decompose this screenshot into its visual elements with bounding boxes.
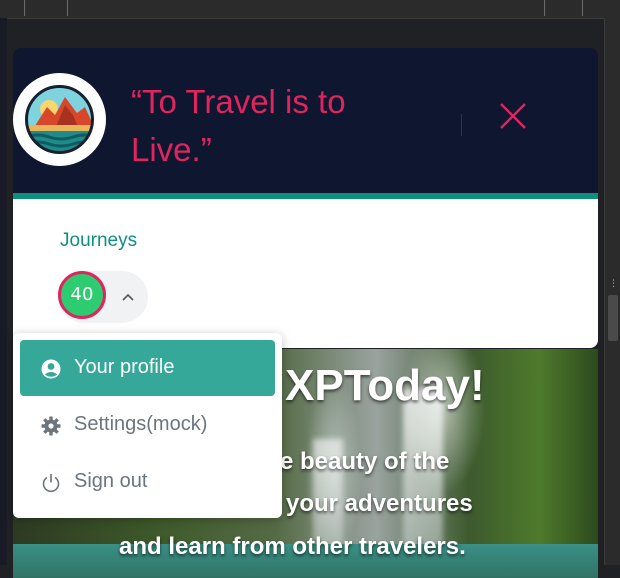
logo-graphic <box>25 85 94 154</box>
menu-item-your-profile[interactable]: Your profile <box>20 340 275 396</box>
divider <box>24 0 25 16</box>
journeys-label: Journeys <box>60 230 138 251</box>
close-icon[interactable] <box>498 101 528 131</box>
divider <box>582 0 583 16</box>
hero-text-line: e beauty of the <box>280 448 450 475</box>
menu-item-settings[interactable]: Settings(mock) <box>20 397 275 453</box>
journeys-toggle[interactable]: 40 <box>58 271 148 323</box>
power-icon <box>42 474 60 493</box>
drag-handle-icon[interactable]: ⋮ <box>609 280 618 289</box>
user-dropdown-menu: Your profile Settings(mock) Sign out <box>13 333 282 518</box>
menu-item-label: Settings(mock) <box>74 413 208 435</box>
sunset-mountains-logo <box>13 73 106 166</box>
menu-item-label: Your profile <box>74 356 175 378</box>
hero-text-line: your adventures <box>286 490 473 517</box>
left-edge <box>0 18 7 565</box>
menu-item-sign-out[interactable]: Sign out <box>20 454 275 510</box>
divider <box>461 114 462 136</box>
header-quote: “To Travel is to Live.” <box>131 83 346 168</box>
scrollbar[interactable]: ⋮ <box>604 18 620 565</box>
menu-item-label: Sign out <box>74 470 148 492</box>
user-circle-icon <box>41 359 61 379</box>
divider <box>67 0 68 16</box>
journeys-card: Journeys 40 <box>13 199 598 348</box>
modal-header: “To Travel is to Live.” <box>13 48 598 195</box>
browser-top-strip <box>0 0 620 19</box>
gear-icon <box>41 416 61 436</box>
chevron-up-icon[interactable] <box>120 289 136 305</box>
hero-title: XPToday! <box>285 361 485 410</box>
scrollbar-thumb[interactable] <box>608 295 618 341</box>
journeys-count-badge[interactable]: 40 <box>58 271 106 319</box>
divider <box>544 0 545 16</box>
hero-text-line: and learn from other travelers. <box>119 533 466 560</box>
